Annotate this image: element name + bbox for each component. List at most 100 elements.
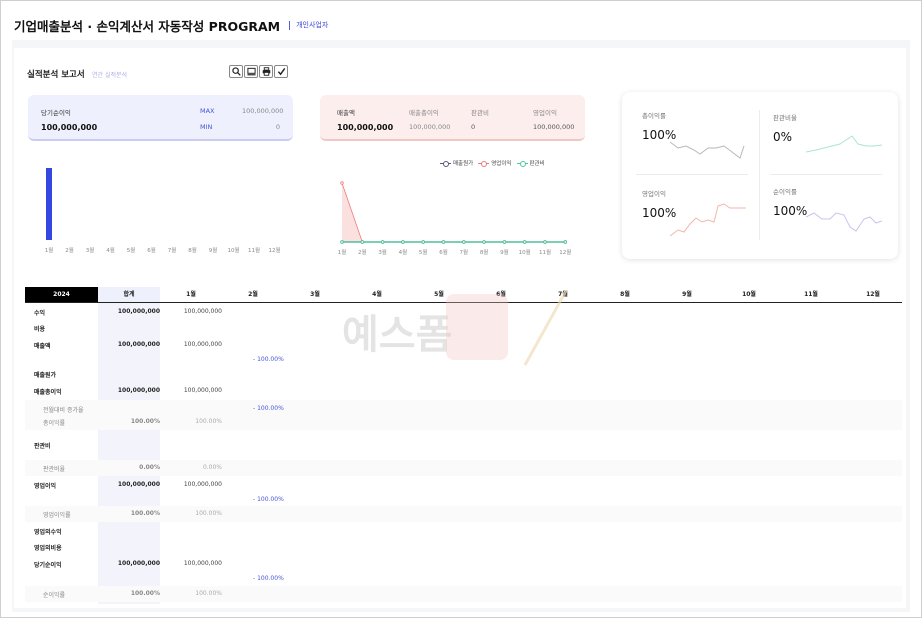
data-point[interactable] <box>401 240 405 244</box>
month-header: 1월 <box>186 291 196 298</box>
data-point[interactable] <box>340 181 344 185</box>
month-header: 8월 <box>620 291 630 298</box>
row-label: 순이익률 <box>43 592 66 599</box>
month-cell: 100,000,000 <box>183 481 222 488</box>
row-label: 매출원가 <box>34 372 57 379</box>
app-subtitle[interactable]: 개인사업자 <box>296 20 328 30</box>
x-tick-label: 4월 <box>399 248 408 256</box>
data-point[interactable] <box>563 240 567 244</box>
print-icon <box>262 67 270 76</box>
max-label: MAX <box>200 107 215 115</box>
row-label: 판관비 <box>34 443 51 450</box>
print-button[interactable] <box>259 65 273 78</box>
bar[interactable] <box>46 168 52 240</box>
data-point[interactable] <box>522 240 527 244</box>
data-point[interactable] <box>421 240 425 244</box>
month-cell: 100,000,000 <box>183 560 222 567</box>
month-cell: 100.00% <box>195 418 222 425</box>
data-point[interactable] <box>441 240 446 244</box>
month-header: 9월 <box>682 291 692 298</box>
table-row: 영업외수익 <box>25 522 902 539</box>
total-cell: 100.00% <box>130 510 160 517</box>
search-button[interactable] <box>229 65 243 78</box>
row-label: 수익 <box>34 309 46 317</box>
max-value: 100,000,000 <box>242 107 284 115</box>
data-point[interactable] <box>360 240 364 244</box>
month-header: 3월 <box>310 291 320 298</box>
gross-profit-label: 매출총이익 <box>409 109 439 117</box>
x-tick-label: 1월 <box>338 248 347 256</box>
table-row: 매출액 100,000,000 100,000,000 - 100.00% <box>25 336 902 366</box>
data-point[interactable] <box>380 240 385 244</box>
x-tick-label: 6월 <box>147 246 156 254</box>
ratio-divider <box>636 174 748 175</box>
x-tick-label: 10월 <box>227 246 239 254</box>
month-header: 2월 <box>248 291 258 298</box>
net-margin-sparkline <box>806 212 882 232</box>
data-point[interactable] <box>340 240 344 244</box>
expense-line-chart: 1월 2월 3월 4월 5월 6월 7월 8월 9월 10월 11월 12월 <box>338 181 571 256</box>
x-tick-label: 2월 <box>65 246 74 254</box>
table-row: 영업이익률 100.00% 100.00% <box>25 506 902 522</box>
month-header: 6월 <box>496 291 506 298</box>
month-cell: 100.00% <box>195 510 222 517</box>
net-income-value: 100,000,000 <box>41 123 98 132</box>
table-row: 매출총이익 100,000,000 100,000,000 <box>25 382 902 400</box>
month-header: 10월 <box>742 291 756 298</box>
check-icon <box>277 68 285 76</box>
net-income-card: 당기순이익 100,000,000 MAX 100,000,000 MIN 0 <box>28 95 293 141</box>
confirm-button[interactable] <box>274 65 288 78</box>
sga-label: 판관비 <box>471 109 489 117</box>
data-point[interactable] <box>502 240 507 244</box>
x-tick-label: 4월 <box>106 246 115 254</box>
sales-card: 매출액 100,000,000 매출총이익 100,000,000 판관비 0 … <box>320 95 585 141</box>
search-icon <box>231 67 241 76</box>
row-label: 영업이익 <box>34 483 57 490</box>
title-divider <box>289 20 291 30</box>
sga-ratio-sparkline <box>806 135 882 153</box>
row-label: 매출액 <box>34 343 51 350</box>
table-row: 수익 100,000,000 100,000,000 <box>25 303 902 320</box>
month-header: 4월 <box>372 291 382 298</box>
x-tick-label: 6월 <box>439 248 448 256</box>
x-tick-label: 1월 <box>45 246 54 254</box>
x-tick-label: 2월 <box>358 248 367 256</box>
change-rate-cell: - 100.00% <box>253 575 284 582</box>
net-margin-stat: 순이익률 100% <box>773 186 807 218</box>
change-rate-cell: - 100.00% <box>253 356 284 363</box>
series-line <box>341 182 566 243</box>
data-point[interactable] <box>482 240 486 244</box>
data-point[interactable] <box>462 240 466 244</box>
data-point[interactable] <box>543 240 547 244</box>
ratio-divider <box>770 174 882 175</box>
row-label: 영업외비용 <box>34 545 62 552</box>
row-label: 영업외수익 <box>34 528 62 536</box>
table-row: 전월대비 증가율 - 100.00% <box>25 400 902 414</box>
x-tick-label: 3월 <box>378 248 387 256</box>
x-tick-label: 7월 <box>168 246 177 254</box>
ratio-divider <box>759 110 760 240</box>
table-header: 2024 합계 1월 2월 3월 4월 5월 6월 7월 8월 9월 10월 11월 12월 <box>25 287 902 303</box>
month-header: 5월 <box>434 291 444 298</box>
table-row: 순이익률 100.00% 100.00% <box>25 586 902 602</box>
x-tick-label: 8월 <box>188 246 197 254</box>
gross-profit-value: 100,000,000 <box>409 123 451 131</box>
row-label: 매출총이익 <box>34 389 62 396</box>
total-cell: 100,000,000 <box>117 307 160 315</box>
year-header[interactable]: 2024 <box>25 287 98 302</box>
report-subtitle: 연간 실적분석 <box>92 72 128 79</box>
table-row: 비용 <box>25 320 902 335</box>
total-cell: 100,000,000 <box>117 560 160 567</box>
x-tick-label: 12월 <box>559 248 571 256</box>
sales-label: 매출액 <box>337 109 355 117</box>
table-row: 영업이익 100,000,000 100,000,000 - 100.00% <box>25 476 902 506</box>
change-rate-cell: - 100.00% <box>253 405 284 412</box>
x-tick-label: 11월 <box>248 246 260 254</box>
row-label: 당기순이익 <box>34 562 62 569</box>
screen-button[interactable] <box>244 65 258 78</box>
row-label: 비용 <box>34 325 46 333</box>
net-margin-value: 100% <box>773 204 808 218</box>
x-tick-label: 5월 <box>419 248 428 256</box>
app-header: 기업매출분석 · 손익계산서 자동작성 PROGRAM 개인사업자 <box>14 14 328 36</box>
net-income-label: 당기순이익 <box>41 109 71 117</box>
